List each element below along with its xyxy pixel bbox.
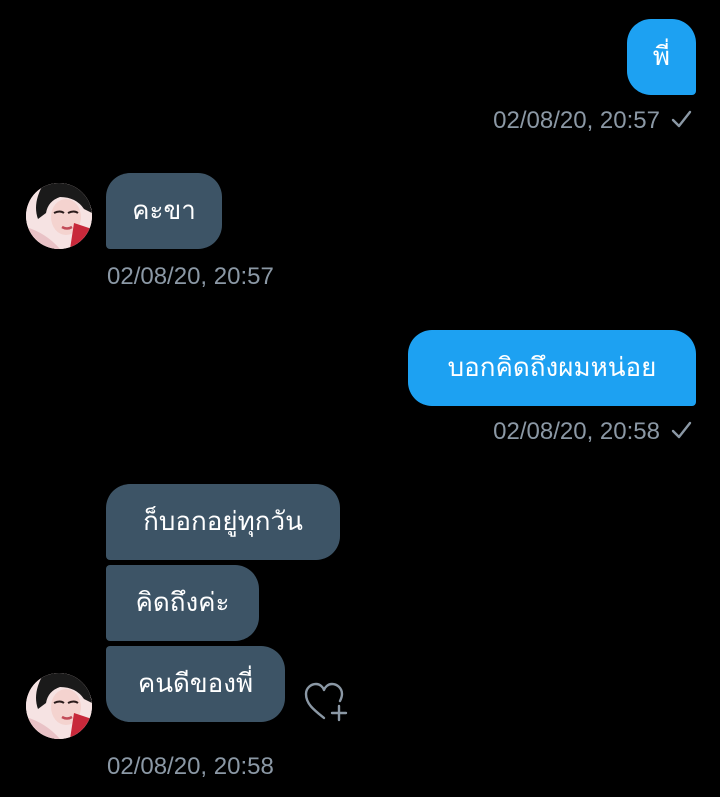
avatar-image xyxy=(26,183,92,249)
outgoing-message-bubble[interactable]: พี่ xyxy=(627,19,696,95)
checkmark-icon xyxy=(671,421,692,439)
message-text: ก็บอกอยู่ทุกวัน xyxy=(143,507,303,537)
message-timestamp: 02/08/20, 20:57 xyxy=(107,263,274,290)
message-text: คนดีของพี่ xyxy=(137,669,254,699)
message-timestamp: 02/08/20, 20:58 xyxy=(493,418,660,445)
message-timestamp: 02/08/20, 20:58 xyxy=(107,753,274,780)
incoming-message-bubble[interactable]: ก็บอกอยู่ทุกวัน xyxy=(106,484,340,560)
avatar-image xyxy=(26,673,92,739)
heart-plus-icon[interactable] xyxy=(302,680,348,722)
avatar[interactable] xyxy=(26,673,92,739)
message-text: คะขา xyxy=(132,196,196,226)
message-timestamp: 02/08/20, 20:57 xyxy=(493,107,660,134)
incoming-message-bubble[interactable]: คะขา xyxy=(106,173,222,249)
incoming-message-bubble[interactable]: คนดีของพี่ xyxy=(106,646,285,722)
checkmark-icon xyxy=(671,110,692,128)
message-text: บอกคิดถึงผมหน่อย xyxy=(447,353,657,383)
incoming-message-bubble[interactable]: คิดถึงค่ะ xyxy=(106,565,259,641)
message-text: พี่ xyxy=(652,42,671,72)
outgoing-message-bubble[interactable]: บอกคิดถึงผมหน่อย xyxy=(408,330,696,406)
avatar[interactable] xyxy=(26,183,92,249)
message-text: คิดถึงค่ะ xyxy=(135,588,230,618)
